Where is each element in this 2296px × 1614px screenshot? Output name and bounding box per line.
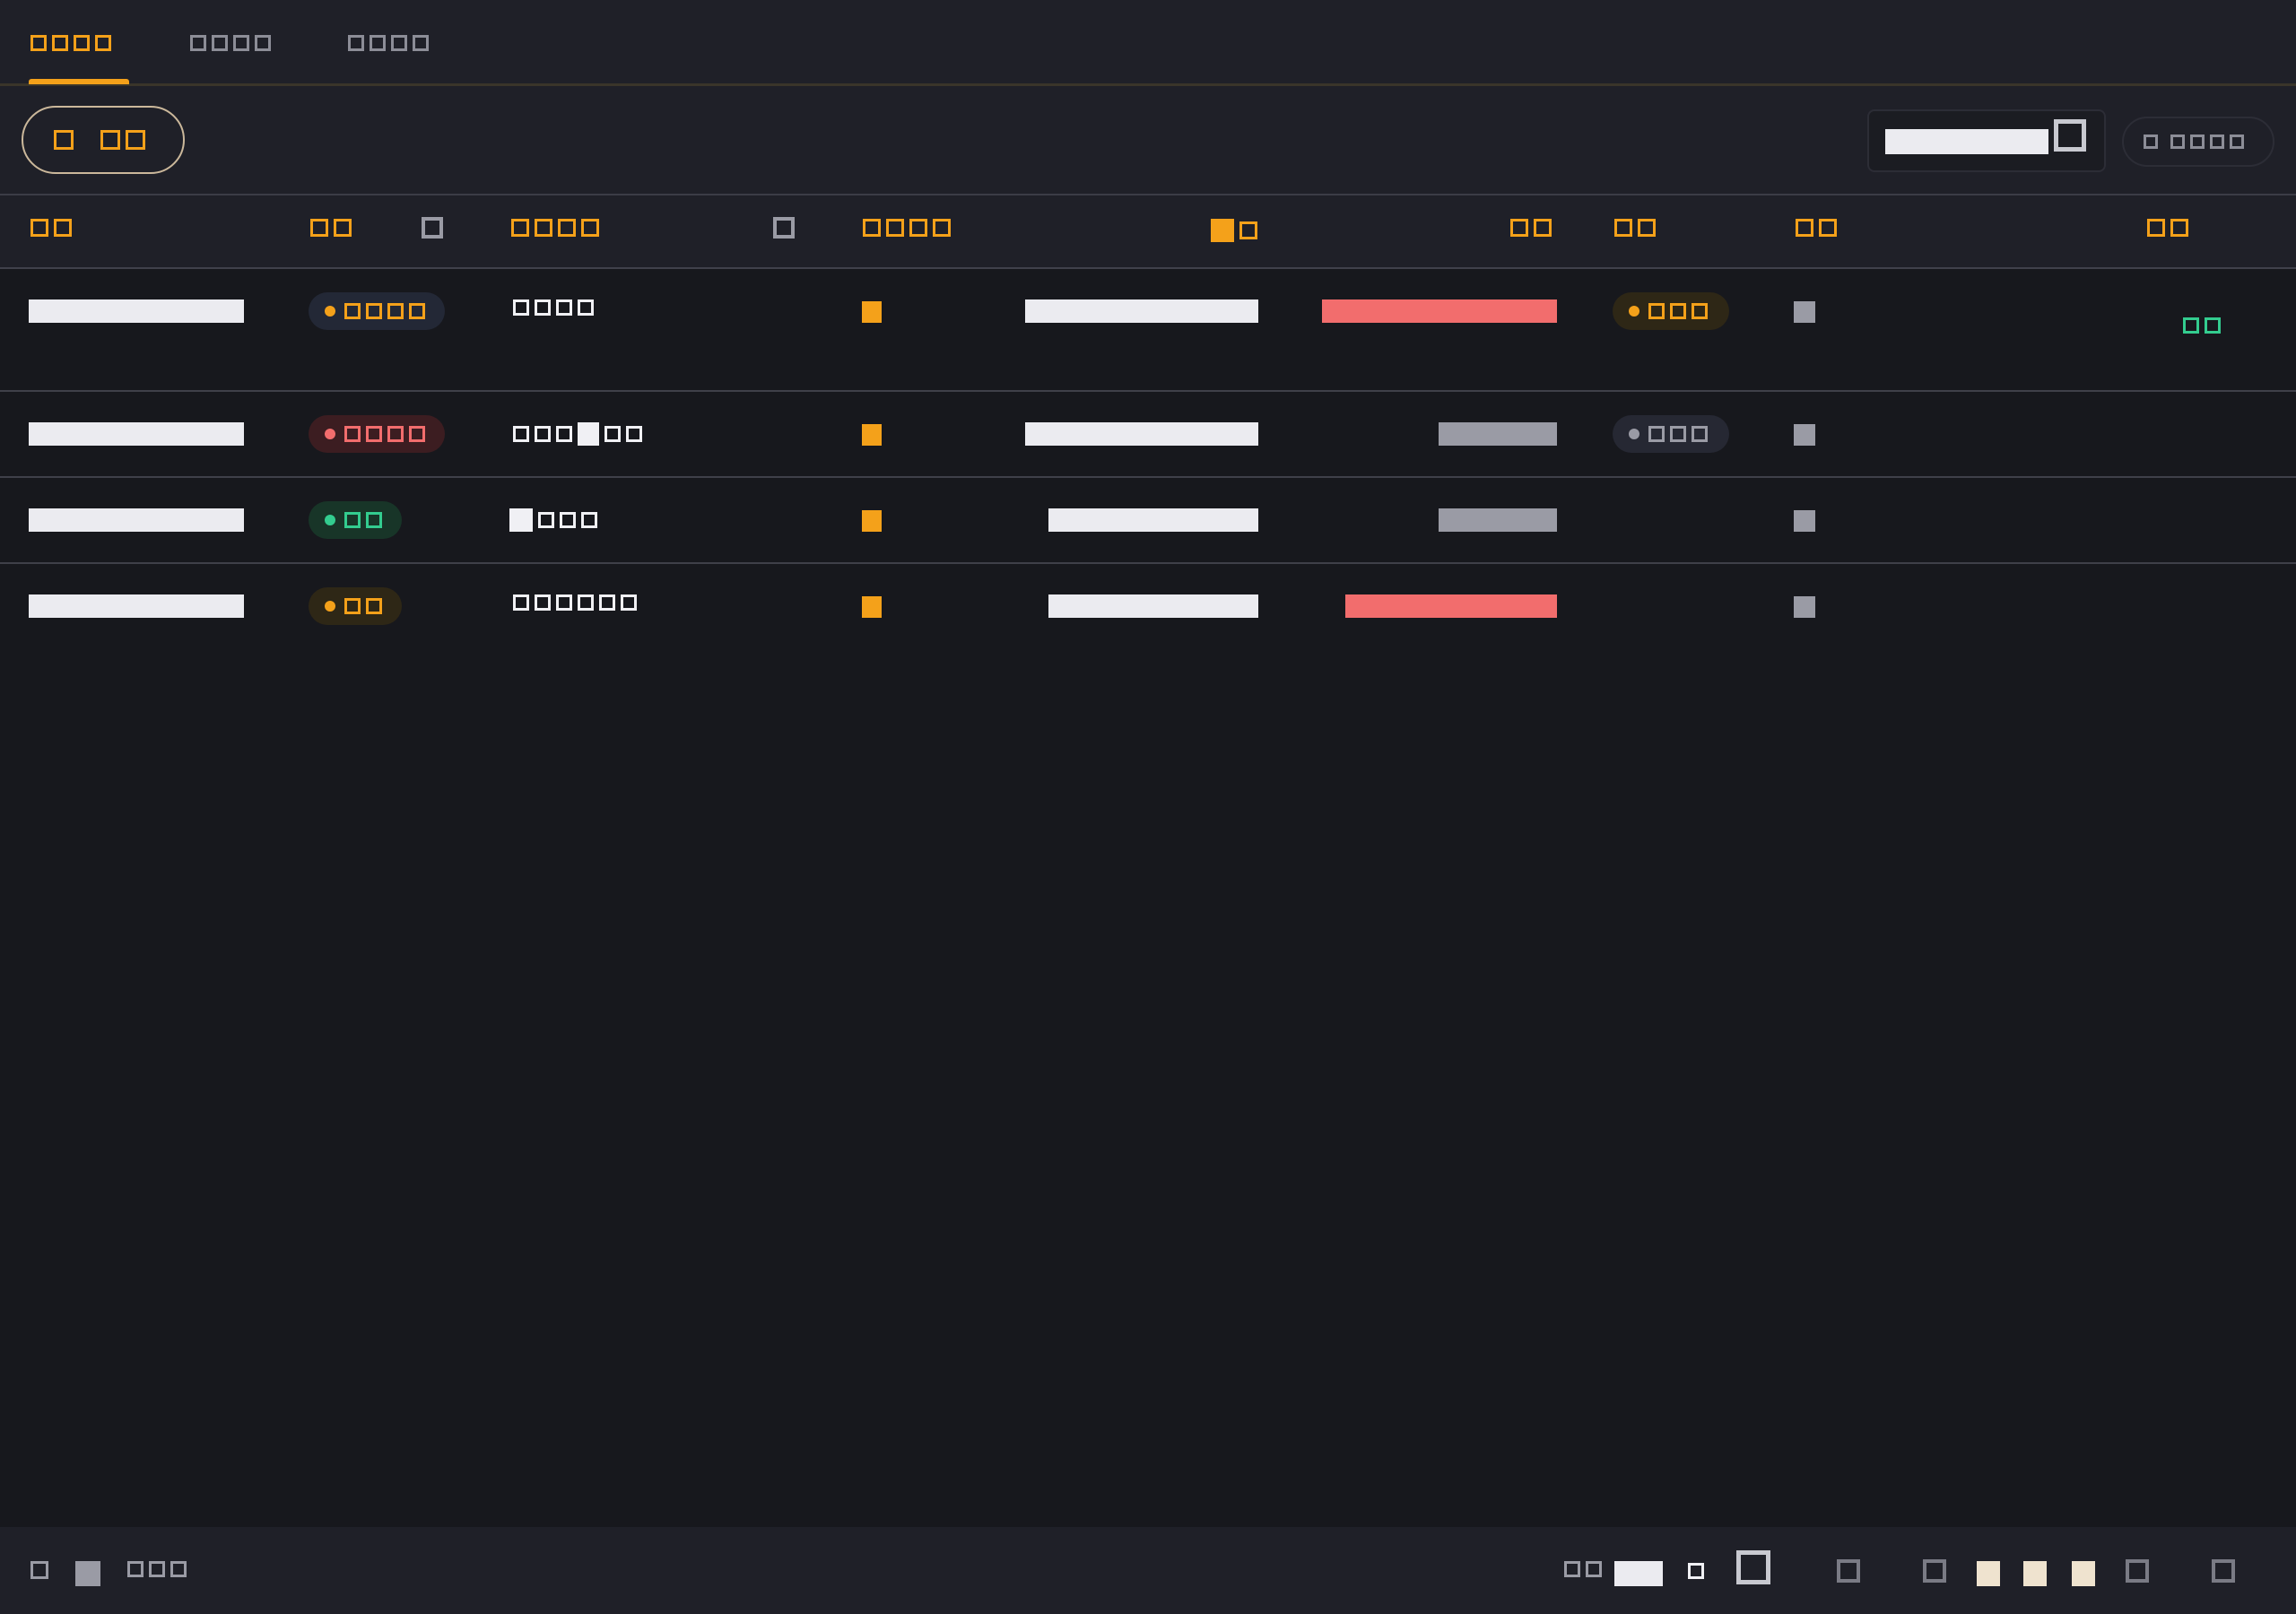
marker-icon [862,424,882,446]
column-header-3[interactable] [511,219,599,237]
tab-1-label [30,35,111,51]
flag-icon [1794,424,1815,446]
page-size-field[interactable] [1614,1561,1663,1586]
view-options-button[interactable] [2122,117,2274,167]
page-button[interactable] [1923,1559,1946,1583]
amount-bar [1048,594,1258,618]
toolbar [0,86,2296,195]
tab-2-label [190,35,271,51]
marker-icon [862,510,882,532]
change-bar [1439,508,1557,532]
tab-3-label [348,35,429,51]
filter-icon [54,130,74,150]
status-badge [309,292,445,330]
column-header-2[interactable] [310,219,352,237]
status-badge [309,501,402,539]
column-header-7[interactable] [1614,219,1656,237]
flag-icon [1794,301,1815,323]
table-row[interactable] [0,478,2296,564]
tab-3[interactable] [348,25,429,61]
page-label [1564,1561,1602,1577]
column-header-4[interactable] [863,219,951,237]
prev-page-button[interactable] [1837,1559,1860,1583]
row-id [29,422,244,446]
selection-icon [75,1561,100,1586]
sort-icon[interactable] [422,217,443,239]
active-tab-indicator [29,79,129,84]
tag-badge [1613,415,1729,453]
change-bar [1345,594,1557,618]
view-icon [2144,134,2158,149]
status-badge [309,415,445,453]
page-size-dropdown-icon[interactable] [1688,1563,1704,1579]
column-header-1[interactable] [30,219,72,237]
table-row[interactable] [0,392,2296,478]
page-button-current[interactable] [1977,1561,2000,1586]
amount-bar [1048,508,1258,532]
marker-icon [862,301,882,323]
status-badge [309,587,402,625]
row-name [513,594,637,611]
filter-button[interactable] [22,106,185,174]
column-header-8[interactable] [1796,219,1837,237]
table-header [0,195,2296,269]
search-box[interactable] [1867,109,2106,172]
row-id [29,299,244,323]
change-bar [1322,299,1557,323]
first-page-button[interactable] [1736,1550,1770,1584]
filter-label [100,130,145,150]
next-page-button[interactable] [2126,1559,2149,1583]
row-name [513,422,642,446]
row-name [509,508,597,532]
footer-bar [0,1527,2296,1614]
table-row[interactable] [0,269,2296,392]
row-name [513,299,594,316]
flag-icon [1794,510,1815,532]
last-page-button[interactable] [2212,1559,2235,1583]
flag-icon [1794,596,1815,618]
change-bar [1439,422,1557,446]
view-options-label [2170,134,2244,149]
top-tab-bar [0,0,2296,86]
sort-icon[interactable] [773,217,795,239]
row-id [29,508,244,532]
tab-1[interactable] [30,25,111,61]
tab-2[interactable] [190,25,271,61]
amount-bar [1025,299,1258,323]
amount-bar [1025,422,1258,446]
row-id [29,594,244,618]
search-icon[interactable] [2054,119,2086,152]
search-input[interactable] [1885,129,2048,154]
marker-icon [862,596,882,618]
footer-summary-label [127,1561,187,1577]
column-header-6[interactable] [1510,219,1552,237]
page-button[interactable] [2072,1561,2095,1586]
extra-label [2183,317,2221,334]
tag-badge [1613,292,1729,330]
table-row[interactable] [0,564,2296,650]
column-header-5[interactable] [1211,219,1257,242]
select-all-checkbox[interactable] [30,1561,48,1579]
column-header-9[interactable] [2147,219,2188,237]
page-button[interactable] [2023,1561,2047,1586]
